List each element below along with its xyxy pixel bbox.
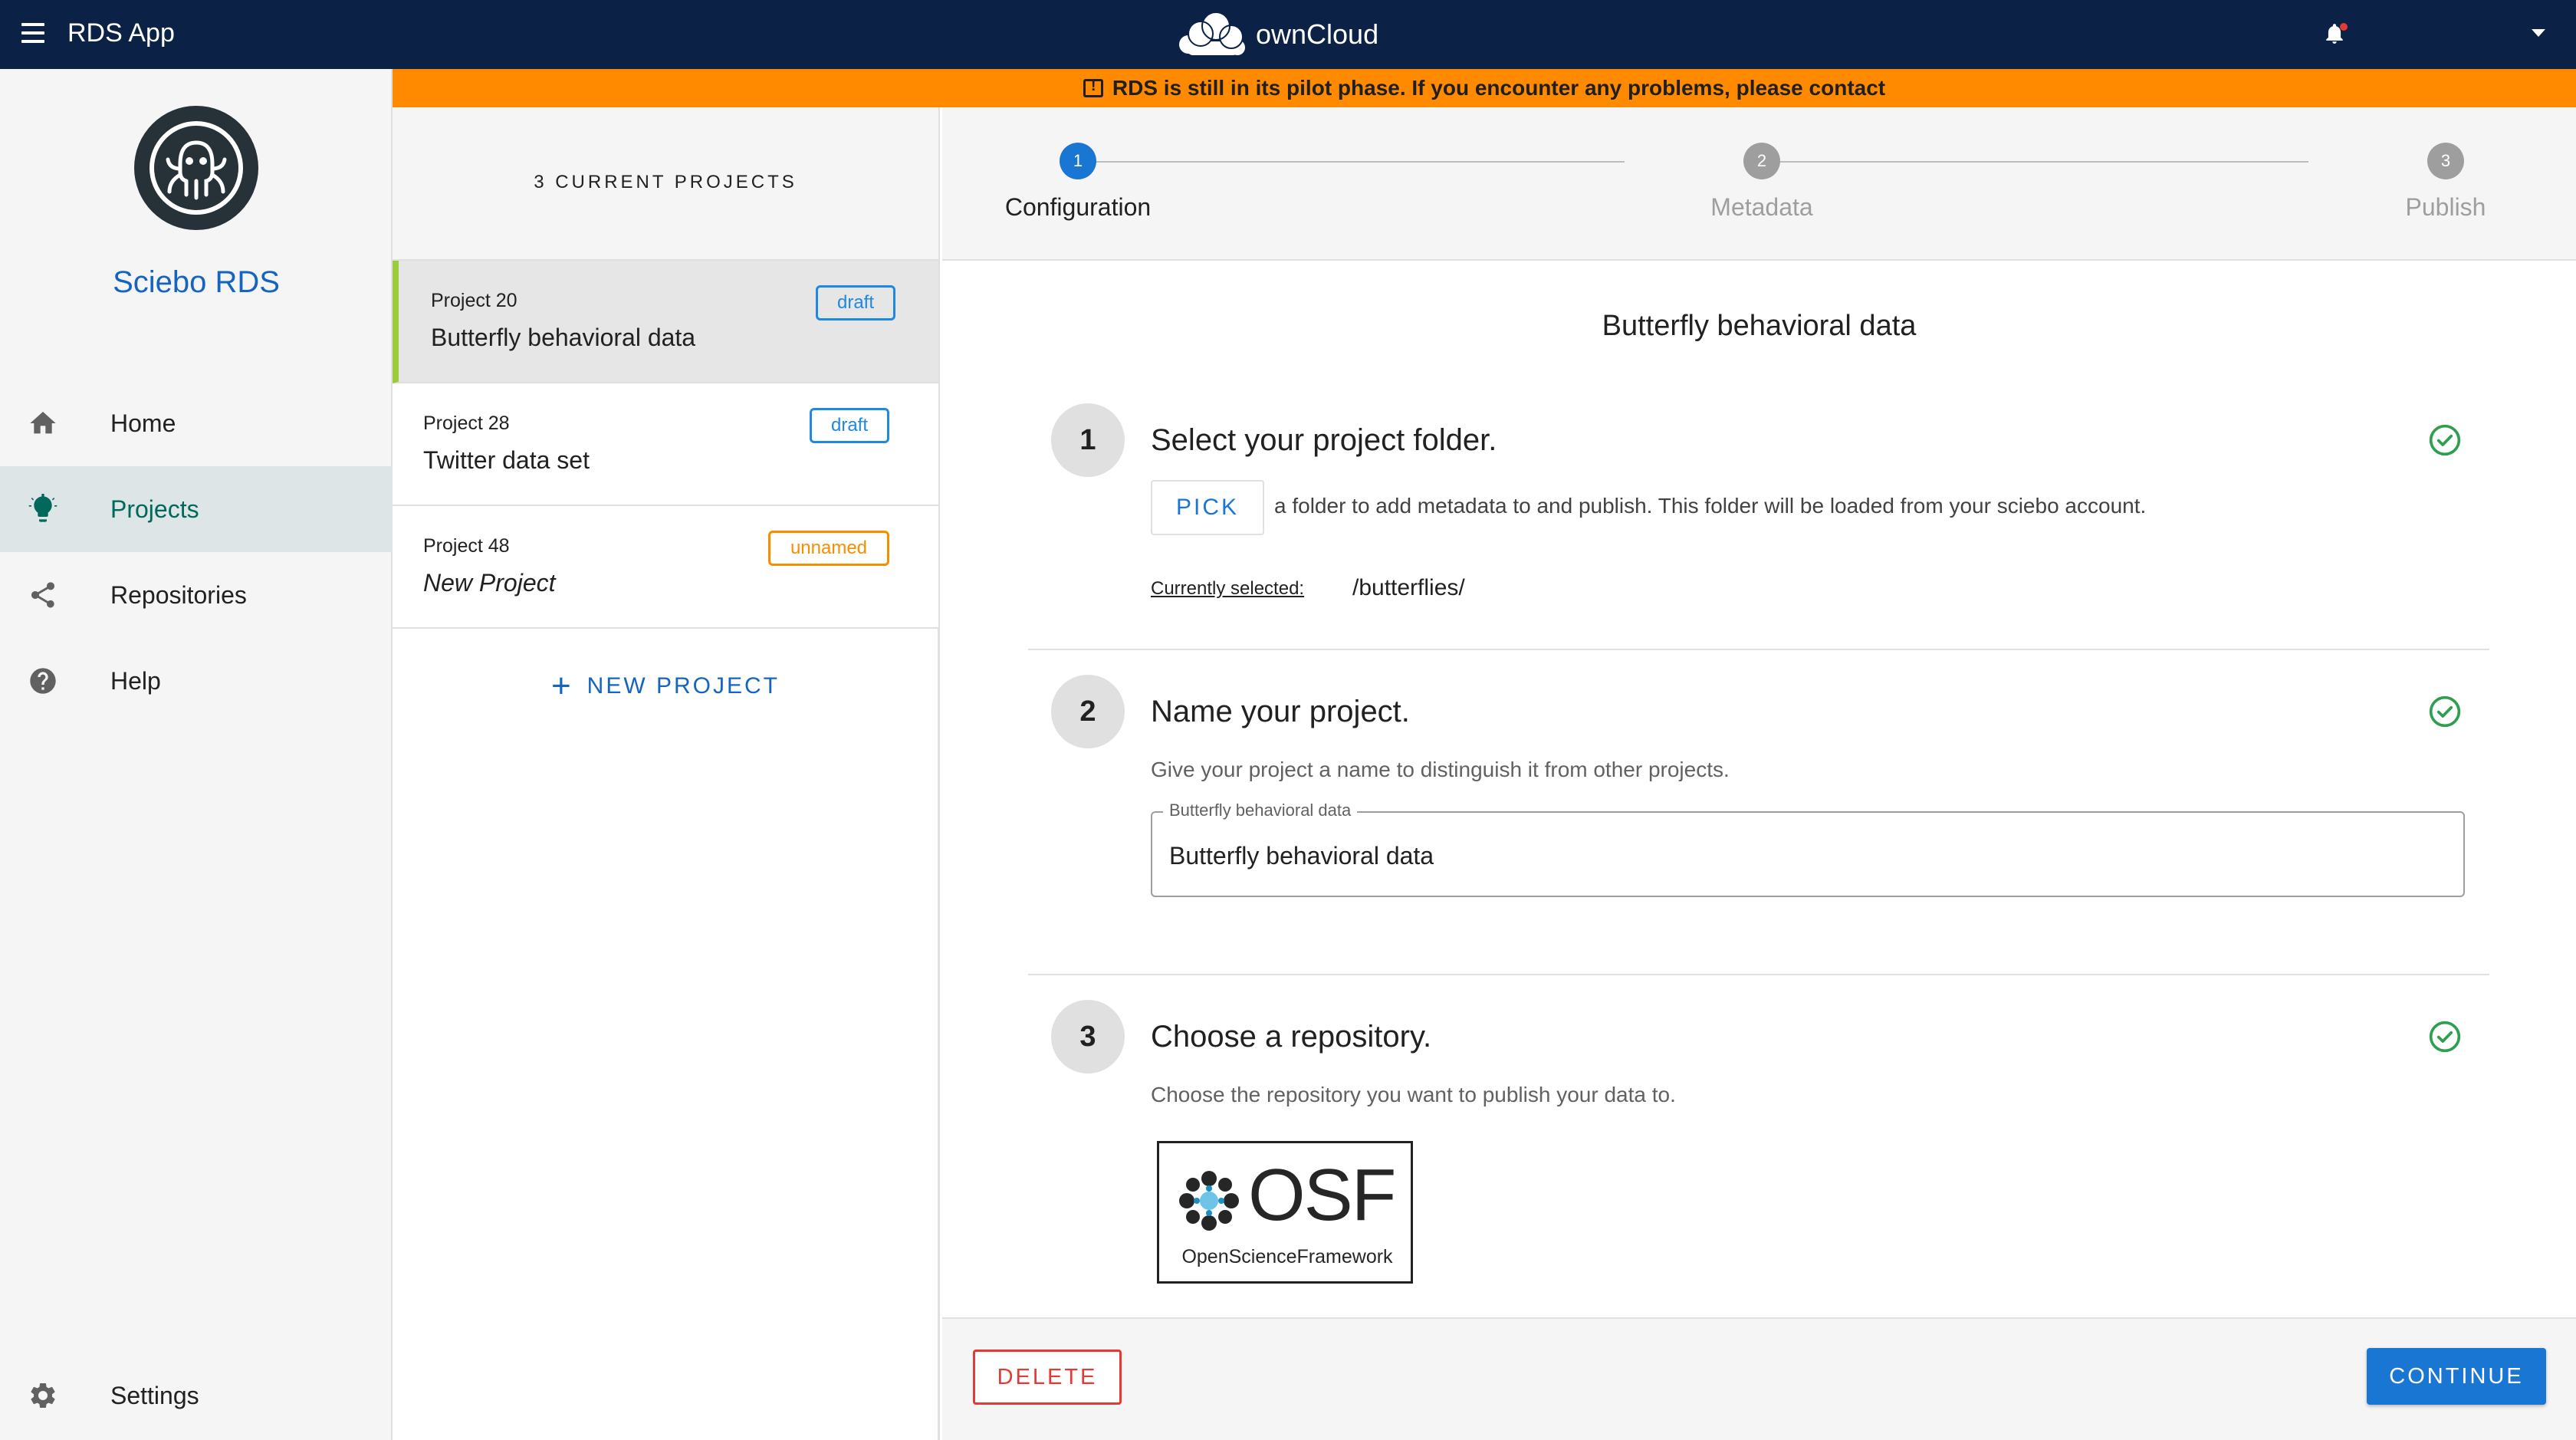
status-badge: draft <box>816 285 895 321</box>
brand: ownCloud <box>1178 8 1378 61</box>
sidebar: Sciebo RDS Home Projects Repositories He… <box>0 69 393 1440</box>
sidebar-item-label: Projects <box>110 495 199 523</box>
osf-wordmark: OSF <box>1248 1154 1396 1236</box>
project-name: Twitter data set <box>423 446 590 474</box>
app-title: RDS App <box>67 18 175 48</box>
share-icon <box>26 578 60 612</box>
sidebar-item-home[interactable]: Home <box>0 380 393 466</box>
sidebar-item-settings[interactable]: Settings <box>0 1353 393 1438</box>
stepper: 1 Configuration 2 Metadata 3 Publish <box>942 107 2576 261</box>
section-1-number: 1 <box>1051 403 1125 477</box>
chevron-down-icon[interactable] <box>2532 29 2545 37</box>
project-card-48[interactable]: Project 48 New Project unnamed <box>393 506 938 629</box>
sidebar-item-repositories[interactable]: Repositories <box>0 552 393 638</box>
continue-button[interactable]: CONTINUE <box>2367 1348 2546 1405</box>
osf-subtitle: OpenScienceFramework <box>1181 1246 1393 1267</box>
section-3-number: 3 <box>1051 1000 1125 1073</box>
projects-count: 3 CURRENT PROJECTS <box>534 172 797 192</box>
project-card-20[interactable]: Project 20 Butterfly behavioral data dra… <box>393 261 938 383</box>
step-connector <box>1080 161 1625 163</box>
plus-icon: + <box>550 667 573 705</box>
status-badge: draft <box>810 408 889 443</box>
section-3-description: Choose the repository you want to publis… <box>1151 1083 1676 1106</box>
project-list: 3 CURRENT PROJECTS Project 20 Butterfly … <box>393 107 940 1440</box>
project-number: Project 28 <box>423 413 510 434</box>
step-3-label[interactable]: Publish <box>2331 193 2561 222</box>
project-card-28[interactable]: Project 28 Twitter data set draft <box>393 383 938 506</box>
project-name-field-value: Butterfly behavioral data <box>1169 842 1434 870</box>
status-badge: unnamed <box>768 531 889 566</box>
owncloud-logo-icon <box>1179 12 1245 55</box>
project-list-header: 3 CURRENT PROJECTS <box>393 107 938 261</box>
check-circle-icon <box>2429 695 2461 728</box>
step-2-label[interactable]: Metadata <box>1647 193 1877 222</box>
step-2-indicator[interactable]: 2 <box>1743 143 1780 179</box>
osf-logo-icon <box>1179 1171 1239 1231</box>
help-icon <box>26 664 60 698</box>
pilot-banner: RDS is still in its pilot phase. If you … <box>393 69 2576 107</box>
project-editor: 1 Configuration 2 Metadata 3 Publish But… <box>942 107 2576 1440</box>
sidebar-item-label: Repositories <box>110 580 247 609</box>
project-name: New Project <box>423 569 556 597</box>
action-bar: DELETE CONTINUE <box>942 1317 2576 1440</box>
feedback-icon <box>1083 77 1103 97</box>
project-name: Butterfly behavioral data <box>431 324 696 351</box>
project-name-field[interactable]: Butterfly behavioral data Butterfly beha… <box>1151 801 2465 897</box>
gear-icon <box>26 1379 60 1412</box>
step-3-indicator[interactable]: 3 <box>2427 143 2464 179</box>
section-divider <box>1028 649 2489 650</box>
project-number: Project 20 <box>431 290 518 311</box>
section-2-description: Give your project a name to distinguish … <box>1151 758 1730 781</box>
check-circle-icon <box>2429 424 2461 456</box>
new-project-label: NEW PROJECT <box>586 673 780 699</box>
project-number: Project 48 <box>423 535 510 557</box>
brand-name: ownCloud <box>1256 18 1379 50</box>
sidebar-item-projects[interactable]: Projects <box>0 466 393 552</box>
pick-folder-button[interactable]: PICK <box>1151 480 1264 535</box>
sidebar-item-label: Home <box>110 409 176 437</box>
top-bar: RDS App ownCloud <box>0 0 2576 69</box>
sidebar-item-help[interactable]: Help <box>0 638 393 724</box>
section-1-title: Select your project folder. <box>1151 423 1497 457</box>
bell-icon[interactable] <box>2325 23 2348 44</box>
sidebar-title: Sciebo RDS <box>113 265 280 299</box>
sidebar-item-label: Settings <box>110 1381 199 1409</box>
sidebar-item-label: Help <box>110 666 161 695</box>
section-2-title: Name your project. <box>1151 695 1410 728</box>
sciebo-logo-icon <box>134 106 258 230</box>
section-divider <box>1028 974 2489 975</box>
pick-description: a folder to add metadata to and publish.… <box>1274 494 2147 518</box>
step-1-indicator[interactable]: 1 <box>1060 143 1096 179</box>
notification-dot <box>2340 23 2348 31</box>
currently-selected-label: Currently selected: <box>1151 578 1305 599</box>
step-1-label[interactable]: Configuration <box>963 193 1193 222</box>
repository-card-osf[interactable]: OSF OpenScienceFramework <box>1157 1141 1413 1284</box>
home-icon <box>26 406 60 440</box>
step-connector <box>1764 161 2308 163</box>
form-title: Butterfly behavioral data <box>1602 310 1917 342</box>
section-3-title: Choose a repository. <box>1151 1020 1432 1054</box>
banner-text: RDS is still in its pilot phase. If you … <box>1112 76 1886 100</box>
delete-button[interactable]: DELETE <box>973 1350 1122 1405</box>
lightbulb-icon <box>26 492 60 526</box>
project-name-field-label: Butterfly behavioral data <box>1163 801 1358 820</box>
menu-icon[interactable] <box>21 23 44 43</box>
selected-folder-path: /butterflies/ <box>1352 575 1465 600</box>
new-project-button[interactable]: + NEW PROJECT <box>393 667 938 705</box>
section-2-number: 2 <box>1051 675 1125 748</box>
check-circle-icon <box>2429 1021 2461 1053</box>
